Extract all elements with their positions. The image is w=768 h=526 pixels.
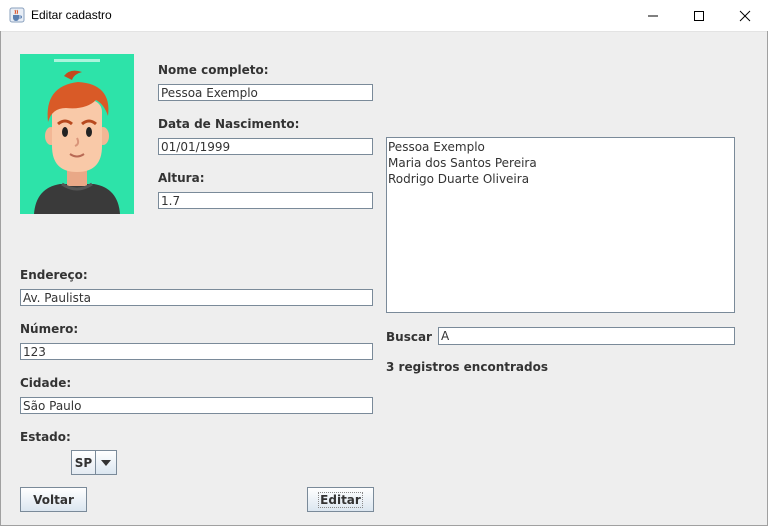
avatar [20, 54, 134, 214]
maximize-button[interactable] [676, 0, 722, 31]
estado-selected-value: SP [72, 451, 95, 474]
endereco-field[interactable]: Av. Paulista [20, 289, 373, 306]
edit-button[interactable]: Editar [307, 487, 374, 512]
numero-label: Número: [20, 322, 79, 336]
minimize-icon [648, 15, 658, 16]
close-icon [739, 10, 751, 21]
estado-select[interactable]: SP [71, 450, 117, 475]
nascimento-field[interactable]: 01/01/1999 [158, 138, 373, 155]
altura-label: Altura: [158, 171, 205, 185]
back-button[interactable]: Voltar [20, 487, 87, 512]
maximize-icon [694, 10, 704, 21]
results-count: 3 registros encontrados [386, 360, 548, 374]
close-button[interactable] [722, 0, 768, 31]
search-input[interactable]: A [438, 327, 735, 345]
list-item[interactable]: Rodrigo Duarte Oliveira [387, 171, 734, 187]
cidade-label: Cidade: [20, 376, 72, 390]
minimize-button[interactable] [630, 0, 676, 31]
window-border-left [0, 31, 1, 526]
names-list[interactable]: Pessoa Exemplo Maria dos Santos Pereira … [386, 137, 735, 313]
estado-label: Estado: [20, 430, 71, 444]
nome-field[interactable]: Pessoa Exemplo [158, 84, 373, 101]
edit-button-label: Editar [318, 491, 363, 508]
window-title: Editar cadastro [31, 8, 112, 22]
back-button-label: Voltar [33, 492, 74, 507]
numero-field[interactable]: 123 [20, 343, 373, 360]
title-bar: Editar cadastro [0, 0, 768, 32]
java-cup-icon [9, 7, 25, 23]
list-item[interactable]: Maria dos Santos Pereira [387, 155, 734, 171]
dropdown-button[interactable] [95, 451, 116, 474]
nome-label: Nome completo: [158, 63, 269, 77]
nascimento-label: Data de Nascimento: [158, 117, 300, 131]
search-label: Buscar [386, 330, 432, 344]
altura-field[interactable]: 1.7 [158, 192, 373, 209]
cidade-field[interactable]: São Paulo [20, 397, 373, 414]
endereco-label: Endereço: [20, 268, 88, 282]
chevron-down-icon [101, 459, 111, 466]
list-item[interactable]: Pessoa Exemplo [387, 139, 734, 155]
